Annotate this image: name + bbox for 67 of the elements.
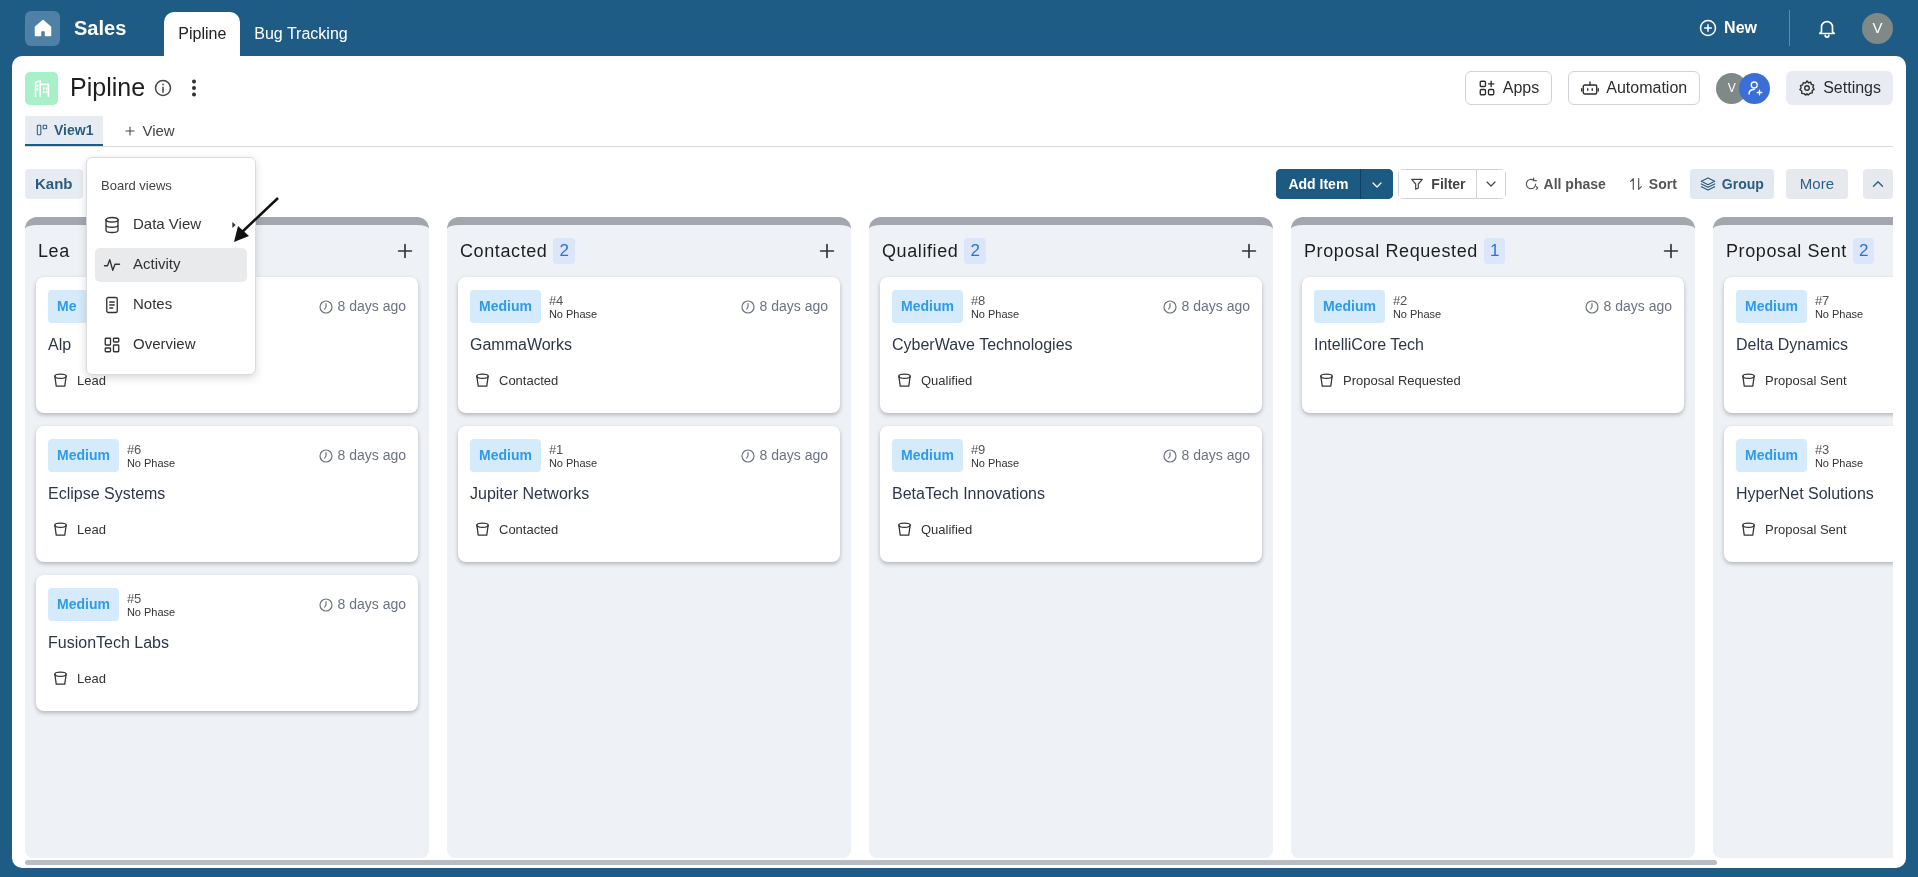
column-title: Proposal Sent (1726, 239, 1847, 263)
priority-tag: Medium (470, 290, 541, 323)
phase-note: No Phase (1392, 307, 1442, 321)
stage-label: Lead (77, 521, 106, 539)
time-ago: 8 days ago (337, 297, 406, 316)
page-title: Pipline (70, 72, 146, 104)
deal-name: BetaTech Innovations (892, 484, 1045, 504)
deal-number: #3 (1814, 441, 1831, 457)
deal-name: GammaWorks (470, 335, 572, 355)
item-count: 1 (1483, 238, 1506, 264)
phase-note: No Phase (126, 605, 176, 619)
priority-tag: Medium (892, 439, 963, 472)
stage-label: Lead (77, 670, 106, 688)
phase-note: No Phase (548, 456, 598, 470)
deal-name: IntelliCore Tech (1314, 335, 1424, 355)
deal-name: Jupiter Networks (470, 484, 590, 504)
deal-name: CyberWave Technologies (892, 335, 1073, 355)
item-count: 2 (553, 238, 575, 264)
phase-note: No Phase (1814, 307, 1864, 321)
time-ago: 8 days ago (1603, 297, 1672, 316)
deal-number: #9 (970, 441, 987, 457)
priority-tag: Medium (1314, 290, 1385, 323)
priority-tag: Medium (48, 439, 119, 472)
phase-note: No Phase (970, 307, 1020, 321)
deal-name: Delta Dynamics (1736, 335, 1849, 355)
deal-name: Alp (48, 335, 72, 355)
priority-tag: Medium (1736, 290, 1807, 323)
time-ago: 8 days ago (1181, 446, 1250, 465)
column-title: Proposal Requested (1304, 239, 1478, 263)
deal-name: Eclipse Systems (48, 484, 166, 504)
column-title: Contacted (460, 239, 548, 263)
phase-note: No Phase (970, 456, 1020, 470)
time-ago: 8 days ago (337, 595, 406, 614)
deal-name: HyperNet Solutions (1736, 484, 1874, 504)
stage-label: Contacted (499, 521, 559, 539)
time-ago: 8 days ago (337, 446, 406, 465)
priority-tag: Medium (48, 588, 119, 621)
time-ago: 8 days ago (759, 446, 828, 465)
app-title: Sales (74, 16, 127, 41)
deal-name: FusionTech Labs (48, 633, 169, 653)
phase-note: No Phase (548, 307, 598, 321)
deal-number: #5 (126, 590, 143, 606)
stage-label: Contacted (499, 372, 559, 390)
time-ago: 8 days ago (759, 297, 828, 316)
deal-number: #2 (1392, 292, 1409, 308)
column-title: Qualified (882, 239, 959, 263)
stage-label: Proposal Requested (1343, 372, 1461, 390)
stage-label: Qualified (921, 372, 973, 390)
item-count: 2 (964, 238, 986, 264)
stage-label: Proposal Sent (1765, 372, 1847, 390)
deal-number: #1 (548, 441, 565, 457)
stage-label: Qualified (921, 521, 973, 539)
stage-label: Lead (77, 372, 106, 390)
phase-note: No Phase (126, 456, 176, 470)
time-ago: 8 days ago (1181, 297, 1250, 316)
deal-number: #4 (548, 292, 565, 308)
column-title: Lea (38, 239, 70, 263)
menu-heading: Board views (100, 177, 173, 195)
priority-tag: Medium (1736, 439, 1807, 472)
phase-note: No Phase (1814, 456, 1864, 470)
priority-tag: Medium (470, 439, 541, 472)
item-count: 2 (1852, 238, 1875, 264)
deal-number: #6 (126, 441, 143, 457)
priority-tag: Medium (892, 290, 963, 323)
deal-number: #8 (970, 292, 987, 308)
deal-number: #7 (1814, 292, 1831, 308)
stage-label: Proposal Sent (1765, 521, 1847, 539)
